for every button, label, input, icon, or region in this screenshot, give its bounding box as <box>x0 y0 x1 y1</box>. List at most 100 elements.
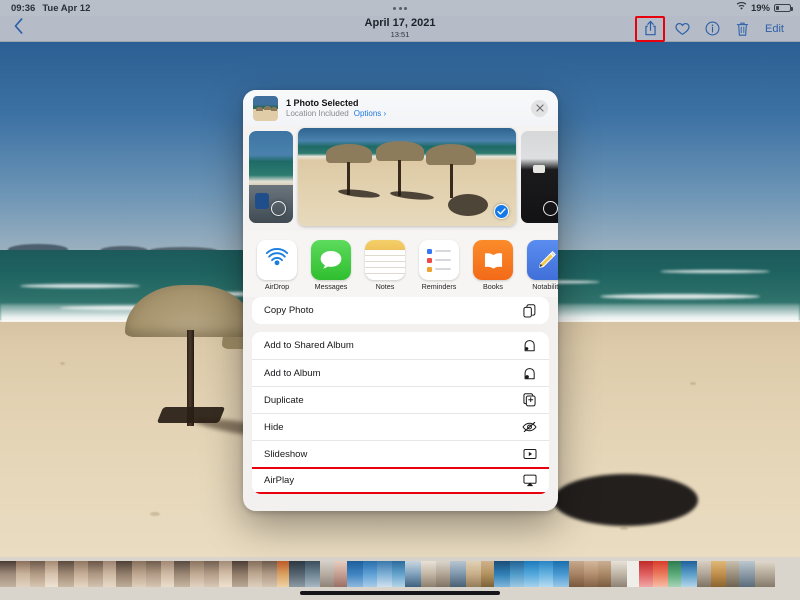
share-target-notability[interactable]: Notability <box>527 240 558 291</box>
filmstrip-thumb[interactable] <box>639 561 653 587</box>
filmstrip-thumb[interactable] <box>436 561 450 587</box>
app-label: Reminders <box>421 282 457 291</box>
books-icon <box>473 240 513 280</box>
status-bar: 09:36 Tue Apr 12 19% <box>0 0 800 16</box>
favorite-button[interactable] <box>667 17 697 41</box>
filmstrip-thumb[interactable] <box>598 561 611 587</box>
info-button[interactable] <box>697 17 727 41</box>
multitask-dots-icon[interactable] <box>393 6 407 10</box>
filmstrip-thumb[interactable] <box>377 561 392 587</box>
filmstrip-thumb[interactable] <box>174 561 190 587</box>
action-airplay[interactable]: AirPlay <box>252 467 549 494</box>
share-target-books[interactable]: Books <box>473 240 513 291</box>
share-target-reminders[interactable]: Reminders <box>419 240 459 291</box>
filmstrip-thumb[interactable] <box>277 561 289 587</box>
back-button[interactable] <box>0 18 33 39</box>
filmstrip-thumb[interactable] <box>668 561 681 587</box>
share-sheet: 1 Photo Selected Location Included Optio… <box>243 90 558 511</box>
filmstrip-thumb[interactable] <box>320 561 334 587</box>
filmstrip-thumb[interactable] <box>334 561 347 587</box>
action-duplicate[interactable]: Duplicate <box>252 386 549 413</box>
filmstrip-thumb[interactable] <box>132 561 146 587</box>
selection-circle[interactable] <box>271 201 286 216</box>
close-button[interactable] <box>531 99 548 117</box>
filmstrip-thumb[interactable] <box>0 561 16 587</box>
action-copy-photo[interactable]: Copy Photo <box>252 297 549 324</box>
filmstrip-thumb[interactable] <box>190 561 204 587</box>
filmstrip-thumb[interactable] <box>755 561 775 587</box>
filmstrip-thumb[interactable] <box>739 561 755 587</box>
filmstrip-thumb[interactable] <box>161 561 174 587</box>
filmstrip-thumb[interactable] <box>466 561 481 587</box>
action-hide[interactable]: Hide <box>252 413 549 440</box>
list-item[interactable] <box>521 131 558 223</box>
filmstrip-thumb[interactable] <box>347 561 363 587</box>
filmstrip-thumb[interactable] <box>219 561 232 587</box>
filmstrip-thumb[interactable] <box>88 561 103 587</box>
photo-selection-strip[interactable] <box>243 126 558 231</box>
share-button-highlight <box>635 15 666 42</box>
filmstrip-thumb[interactable] <box>494 561 510 587</box>
location-included-label: Location Included <box>286 109 349 119</box>
list-item[interactable] <box>298 128 516 226</box>
share-target-notes[interactable]: Notes <box>365 240 405 291</box>
umbrella-shadow <box>553 474 698 526</box>
filmstrip-thumb[interactable] <box>697 561 711 587</box>
filmstrip-thumb[interactable] <box>248 561 262 587</box>
filmstrip-thumb[interactable] <box>711 561 726 587</box>
filmstrip-thumb[interactable] <box>392 561 405 587</box>
filmstrip-thumb[interactable] <box>405 561 421 587</box>
photo-filmstrip[interactable] <box>0 561 800 587</box>
share-button[interactable] <box>637 17 663 41</box>
filmstrip-thumb[interactable] <box>30 561 45 587</box>
filmstrip-thumb[interactable] <box>681 561 697 587</box>
filmstrip-thumb[interactable] <box>421 561 436 587</box>
trash-icon <box>736 22 748 36</box>
filmstrip-thumb[interactable] <box>45 561 58 587</box>
share-target-airdrop[interactable]: AirDrop <box>257 240 297 291</box>
app-label: AirDrop <box>264 282 290 291</box>
action-add-to-album[interactable]: Add to Album <box>252 359 549 386</box>
status-bar-left: 09:36 Tue Apr 12 <box>0 3 90 14</box>
filmstrip-thumb[interactable] <box>74 561 88 587</box>
options-link[interactable]: Options › <box>354 109 386 118</box>
filmstrip-thumb[interactable] <box>584 561 598 587</box>
filmstrip-thumb[interactable] <box>103 561 116 587</box>
filmstrip-thumb[interactable] <box>450 561 466 587</box>
filmstrip-thumb[interactable] <box>289 561 305 587</box>
filmstrip-thumb[interactable] <box>510 561 524 587</box>
filmstrip-thumb[interactable] <box>726 561 739 587</box>
filmstrip-thumb[interactable] <box>653 561 668 587</box>
home-indicator[interactable] <box>300 591 500 595</box>
selection-circle-checked[interactable] <box>494 204 509 219</box>
filmstrip-thumb[interactable] <box>116 561 132 587</box>
filmstrip-thumb[interactable] <box>58 561 74 587</box>
filmstrip-thumb[interactable] <box>146 561 161 587</box>
filmstrip-thumb[interactable] <box>363 561 377 587</box>
selection-circle[interactable] <box>543 201 558 216</box>
filmstrip-thumb[interactable] <box>539 561 553 587</box>
delete-button[interactable] <box>727 17 757 41</box>
share-icon <box>644 20 656 36</box>
filmstrip-thumb[interactable] <box>16 561 30 587</box>
filmstrip-thumb[interactable] <box>204 561 219 587</box>
filmstrip-thumb[interactable] <box>611 561 627 587</box>
status-date: Tue Apr 12 <box>42 2 91 14</box>
hide-eye-icon <box>522 420 537 435</box>
action-label: Add to Album <box>264 367 321 379</box>
filmstrip-thumb[interactable] <box>569 561 584 587</box>
filmstrip-thumb[interactable] <box>481 561 494 587</box>
list-item[interactable] <box>249 131 293 223</box>
edit-button[interactable]: Edit <box>757 23 792 35</box>
heart-icon <box>674 22 690 35</box>
share-app-row[interactable]: AirDrop Messages Notes Reminders Books N… <box>243 231 558 297</box>
filmstrip-thumb[interactable] <box>305 561 320 587</box>
share-target-messages[interactable]: Messages <box>311 240 351 291</box>
filmstrip-thumb[interactable] <box>627 561 639 587</box>
filmstrip-thumb[interactable] <box>553 561 569 587</box>
filmstrip-thumb[interactable] <box>232 561 248 587</box>
action-slideshow[interactable]: Slideshow <box>252 440 549 467</box>
filmstrip-thumb[interactable] <box>262 561 277 587</box>
action-add-to-shared-album[interactable]: Add to Shared Album <box>252 332 549 359</box>
filmstrip-thumb[interactable] <box>524 561 539 587</box>
